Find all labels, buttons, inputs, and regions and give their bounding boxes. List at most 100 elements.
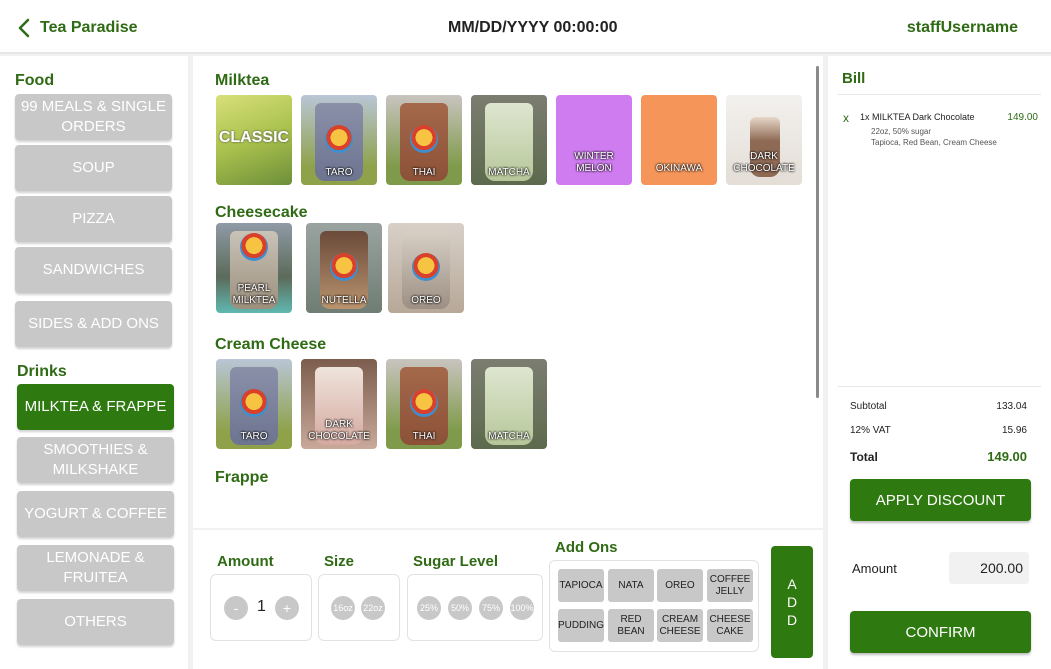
drinks-label: Drinks bbox=[17, 363, 67, 380]
bill-item-addons: Tapioca, Red Bean, Cream Cheese bbox=[871, 138, 997, 147]
product-name: TARO bbox=[240, 431, 268, 442]
category-sandwiches[interactable]: SANDWICHES bbox=[15, 247, 172, 293]
size-option-16oz[interactable]: 16oz bbox=[331, 596, 355, 620]
product-name: MATCHA bbox=[488, 431, 530, 442]
product-tile[interactable]: MATCHA bbox=[471, 95, 547, 185]
product-name: NUTELLA bbox=[321, 295, 367, 306]
bill-item-details: 22oz, 50% sugar bbox=[871, 127, 932, 136]
sugar-option-75[interactable]: 75% bbox=[479, 596, 503, 620]
amount-label: Amount bbox=[217, 553, 274, 570]
size-option-22oz[interactable]: 22oz bbox=[361, 596, 385, 620]
quantity-value: 1 bbox=[257, 598, 266, 615]
addon-coffee-jelly[interactable]: COFFEE JELLY bbox=[707, 569, 753, 602]
vat-label: 12% VAT bbox=[850, 425, 891, 436]
sugar-level-label: Sugar Level bbox=[413, 553, 499, 570]
brand-logo-icon bbox=[240, 389, 268, 417]
divider bbox=[838, 94, 1041, 95]
chevron-left-icon[interactable] bbox=[14, 16, 34, 40]
category-yogurt-coffee[interactable]: YOGURT & COFFEE bbox=[17, 491, 174, 537]
product-tile[interactable]: OREO bbox=[388, 223, 464, 313]
food-label: Food bbox=[15, 72, 55, 89]
add-letter: A bbox=[787, 576, 797, 592]
apply-discount-button[interactable]: APPLY DISCOUNT bbox=[850, 479, 1031, 521]
add-letter: D bbox=[786, 612, 798, 628]
section-title-frappe: Frappe bbox=[215, 469, 269, 486]
product-tile[interactable]: CLASSIC bbox=[216, 95, 292, 185]
brand-logo-icon bbox=[240, 233, 268, 261]
product-tile[interactable]: MATCHA bbox=[471, 359, 547, 449]
brand-logo-icon bbox=[325, 125, 353, 153]
product-tile[interactable]: WINTER MELON bbox=[556, 95, 632, 185]
product-name: TARO bbox=[325, 167, 353, 178]
product-name: WINTER MELON bbox=[574, 151, 614, 174]
product-name: OREO bbox=[411, 295, 441, 306]
remove-item-icon[interactable]: x bbox=[843, 111, 849, 125]
top-bar: Tea Paradise MM/DD/YYYY 00:00:00 staffUs… bbox=[0, 0, 1051, 54]
increment-button[interactable]: + bbox=[275, 596, 299, 620]
category-99-meals[interactable]: 99 MEALS & SINGLE ORDERS bbox=[15, 94, 172, 140]
decrement-button[interactable]: - bbox=[224, 596, 248, 620]
size-label: Size bbox=[324, 553, 355, 570]
category-lemonade-fruitea[interactable]: LEMONADE & FRUITEA bbox=[17, 545, 174, 591]
datetime: MM/DD/YYYY 00:00:00 bbox=[448, 19, 618, 36]
sugar-option-100[interactable]: 100% bbox=[510, 596, 534, 620]
bill-item-name: 1x MILKTEA Dark Chocolate bbox=[860, 112, 975, 122]
addon-tapioca[interactable]: TAPIOCA bbox=[558, 569, 604, 602]
add-to-bill-button[interactable]: A D D bbox=[771, 546, 813, 658]
product-name: CLASSIC bbox=[218, 129, 290, 146]
confirm-button[interactable]: CONFIRM bbox=[850, 611, 1031, 653]
category-smoothies-milkshake[interactable]: SMOOTHIES & MILKSHAKE bbox=[17, 437, 174, 483]
amount-tendered-input[interactable] bbox=[949, 552, 1029, 584]
brand-logo-icon bbox=[410, 125, 438, 153]
total-value: 149.00 bbox=[987, 449, 1027, 464]
product-name: DARK CHOCOLATE bbox=[308, 419, 370, 442]
quantity-stepper: - 1 + bbox=[210, 574, 312, 641]
addon-cream-cheese[interactable]: CREAM CHEESE bbox=[657, 609, 703, 642]
section-title-cream-cheese: Cream Cheese bbox=[215, 336, 327, 353]
product-tile[interactable]: TARO bbox=[216, 359, 292, 449]
category-soup[interactable]: SOUP bbox=[15, 145, 172, 191]
addon-oreo[interactable]: OREO bbox=[657, 569, 703, 602]
product-name: THAI bbox=[412, 431, 436, 442]
add-ons-grid: TAPIOCA NATA OREO COFFEE JELLY PUDDING R… bbox=[549, 560, 759, 652]
bill-panel: Bill x 1x MILKTEA Dark Chocolate 149.00 … bbox=[828, 56, 1051, 669]
category-others[interactable]: OTHERS bbox=[17, 599, 174, 645]
brand-logo-icon bbox=[410, 389, 438, 417]
addon-nata[interactable]: NATA bbox=[608, 569, 654, 602]
sugar-option-50[interactable]: 50% bbox=[448, 596, 472, 620]
amount-tendered-label: Amount bbox=[852, 561, 897, 576]
add-letter: D bbox=[786, 594, 798, 610]
addon-cheese-cake[interactable]: CHEESE CAKE bbox=[707, 609, 753, 642]
section-title-milktea: Milktea bbox=[215, 72, 270, 89]
sugar-option-25[interactable]: 25% bbox=[417, 596, 441, 620]
subtotal-label: Subtotal bbox=[850, 401, 887, 412]
bill-title: Bill bbox=[842, 70, 866, 87]
subtotal-value: 133.04 bbox=[996, 401, 1027, 412]
product-tile[interactable]: DARK CHOCOLATE bbox=[301, 359, 377, 449]
product-tile[interactable]: OKINAWA bbox=[641, 95, 717, 185]
addon-pudding[interactable]: PUDDING bbox=[558, 609, 604, 642]
size-selector: 16oz 22oz bbox=[318, 574, 400, 641]
username[interactable]: staffUsername bbox=[907, 19, 1018, 37]
product-name: MATCHA bbox=[488, 167, 530, 178]
product-tile[interactable]: THAI bbox=[386, 359, 462, 449]
brand-logo-icon bbox=[412, 253, 440, 281]
product-tile[interactable]: DARK CHOCOLATE bbox=[726, 95, 802, 185]
brand-logo-icon bbox=[330, 253, 358, 281]
category-sides-add-ons[interactable]: SIDES & ADD ONS bbox=[15, 301, 172, 347]
category-sidebar: Food 99 MEALS & SINGLE ORDERS SOUP PIZZA… bbox=[0, 56, 188, 669]
menu-scrollbar[interactable] bbox=[816, 66, 819, 398]
product-tile[interactable]: TARO bbox=[301, 95, 377, 185]
product-tile[interactable]: NUTELLA bbox=[306, 223, 382, 313]
divider bbox=[838, 386, 1041, 387]
section-title-cheesecake: Cheesecake bbox=[215, 204, 308, 221]
app-title: Tea Paradise bbox=[40, 19, 138, 36]
add-ons-label: Add Ons bbox=[555, 539, 618, 556]
category-milktea-frappe[interactable]: MILKTEA & FRAPPE bbox=[17, 384, 174, 430]
product-tile[interactable]: THAI bbox=[386, 95, 462, 185]
product-tile[interactable]: PEARL MILKTEA bbox=[216, 223, 292, 313]
product-name: PEARL MILKTEA bbox=[232, 283, 276, 306]
bill-item-price: 149.00 bbox=[1007, 112, 1038, 123]
category-pizza[interactable]: PIZZA bbox=[15, 196, 172, 242]
addon-red-bean[interactable]: RED BEAN bbox=[608, 609, 654, 642]
